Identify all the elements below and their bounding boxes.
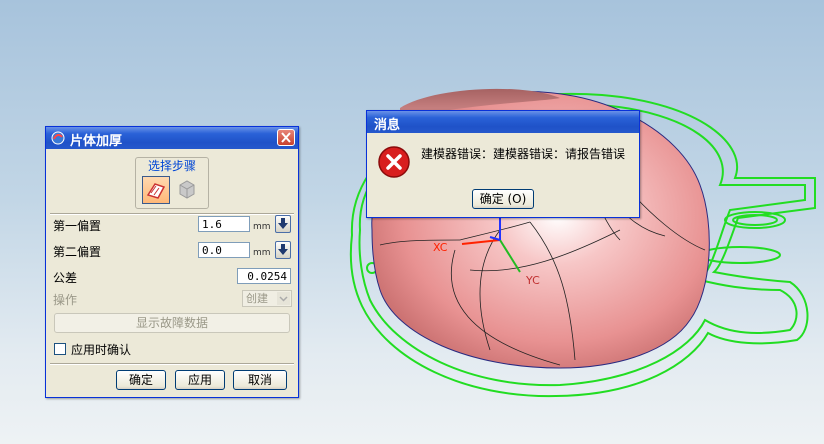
operation-select[interactable]: 创建: [242, 290, 292, 307]
second-offset-options-button[interactable]: [275, 241, 291, 259]
message-dialog-title: 消息: [374, 118, 401, 133]
cancel-button[interactable]: 取消: [233, 370, 287, 390]
first-offset-options-button[interactable]: [275, 215, 291, 233]
selection-steps-label: 选择步骤: [147, 159, 196, 173]
divider: [50, 363, 294, 365]
message-text: 建模器错误：建模器错误：请报告错误: [421, 147, 626, 161]
thicken-sheet-dialog: 片体加厚 选择步骤 第一偏置 1.6 mm 第二偏置 0.0 mm 公差 0.0…: [45, 126, 299, 398]
apply-button[interactable]: 应用: [175, 370, 225, 390]
cube-icon: [179, 180, 195, 199]
message-dialog: 消息 建模器错误：建模器错误：请报告错误 确定 (O): [366, 110, 640, 218]
divider: [50, 213, 294, 215]
confirm-on-apply-label: 应用时确认: [71, 343, 132, 357]
operation-selected-value: 创建: [246, 292, 268, 305]
face-select-icon: [146, 183, 166, 199]
ok-button[interactable]: 确定: [116, 370, 166, 390]
message-ok-button[interactable]: 确定 (O): [472, 189, 534, 209]
thicken-dialog-title: 片体加厚: [70, 134, 123, 149]
tolerance-label: 公差: [53, 271, 78, 285]
close-icon: [281, 132, 291, 143]
axis-label-x: XC: [433, 241, 448, 254]
arrow-down-icon: [278, 218, 288, 229]
show-fault-data-button[interactable]: 显示故障数据: [54, 313, 290, 333]
thicken-dialog-titlebar[interactable]: 片体加厚: [46, 127, 298, 149]
select-face-step-button[interactable]: [142, 176, 170, 204]
axis-label-y: YC: [525, 274, 540, 287]
message-dialog-titlebar[interactable]: 消息: [367, 111, 639, 133]
close-button[interactable]: [277, 129, 295, 146]
selection-steps-group: 选择步骤: [135, 157, 209, 209]
second-offset-unit: mm: [253, 248, 271, 258]
app-logo-icon: [51, 131, 65, 145]
confirm-on-apply-checkbox[interactable]: [54, 343, 66, 355]
operation-label: 操作: [53, 293, 78, 307]
first-offset-unit: mm: [253, 222, 271, 232]
first-offset-input[interactable]: 1.6: [198, 216, 250, 232]
first-offset-label: 第一偏置: [53, 219, 102, 233]
second-offset-label: 第二偏置: [53, 245, 102, 259]
select-body-step-button[interactable]: [174, 176, 202, 204]
arrow-down-icon: [278, 244, 288, 255]
second-offset-input[interactable]: 0.0: [198, 242, 250, 258]
error-icon: [378, 146, 410, 178]
tolerance-input[interactable]: 0.0254: [237, 268, 291, 284]
chevron-down-icon: [277, 292, 290, 305]
